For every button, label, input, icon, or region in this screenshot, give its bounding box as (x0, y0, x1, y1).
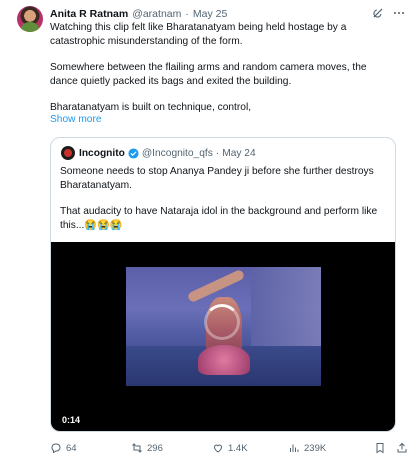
verified-icon (128, 147, 139, 159)
tweet-paragraph: Somewhere between the flailing arms and … (50, 62, 367, 87)
like-button[interactable]: 1.4K (212, 441, 248, 455)
share-button[interactable] (396, 441, 408, 455)
quote-header: Incognito @Incognito_qfs · May 24 (79, 146, 256, 160)
tweet-date[interactable]: May 25 (193, 8, 227, 20)
bookmark-button[interactable] (374, 441, 386, 455)
author-avatar[interactable] (17, 6, 43, 32)
bookmark-icon (376, 443, 384, 454)
video-timestamp: 0:14 (59, 414, 84, 426)
quote-author-avatar[interactable] (61, 146, 75, 160)
reply-button[interactable]: 64 (50, 441, 77, 455)
grok-icon[interactable] (371, 6, 385, 20)
separator-dot: · (215, 147, 220, 159)
retweet-icon (132, 443, 142, 453)
action-bar: 64 296 1.4K 239K (50, 441, 410, 455)
like-count: 1.4K (228, 442, 248, 454)
views-button[interactable]: 239K (288, 441, 326, 455)
views-icon (290, 444, 299, 452)
reply-icon (51, 443, 61, 454)
quoted-tweet[interactable]: Incognito @Incognito_qfs · May 24 Someon… (50, 137, 396, 432)
share-icon (397, 442, 407, 453)
reply-count: 64 (66, 442, 77, 454)
like-icon (213, 444, 223, 453)
separator-dot: · (185, 8, 189, 20)
author-handle[interactable]: @aratnam (132, 8, 181, 20)
loading-spinner-icon (204, 304, 240, 340)
video-player[interactable]: 0:14 (51, 242, 395, 431)
quote-author-name[interactable]: Incognito (79, 148, 125, 159)
more-icon[interactable] (392, 6, 406, 20)
quote-author-handle[interactable]: @Incognito_qfs (142, 148, 213, 159)
dancer-costume (198, 345, 250, 375)
tweet-header: Anita R Ratnam @aratnam · May 25 (50, 7, 396, 21)
retweet-button[interactable]: 296 (131, 441, 163, 455)
tweet-paragraph: Bharatanatyam is built on technique, con… (50, 102, 252, 113)
tweet-paragraph: Watching this clip felt like Bharatanaty… (50, 22, 347, 47)
quote-date[interactable]: May 24 (222, 148, 255, 159)
retweet-count: 296 (147, 442, 163, 454)
views-count: 239K (304, 442, 327, 454)
quote-paragraph: Someone needs to stop Ananya Pandey ji b… (60, 166, 374, 191)
tweet[interactable]: Anita R Ratnam @aratnam · May 25 Watchin… (0, 0, 416, 459)
author-name[interactable]: Anita R Ratnam (50, 8, 128, 20)
quote-paragraph: That audacity to have Nataraja idol in t… (60, 206, 378, 231)
show-more-link[interactable]: Show more (50, 114, 102, 125)
